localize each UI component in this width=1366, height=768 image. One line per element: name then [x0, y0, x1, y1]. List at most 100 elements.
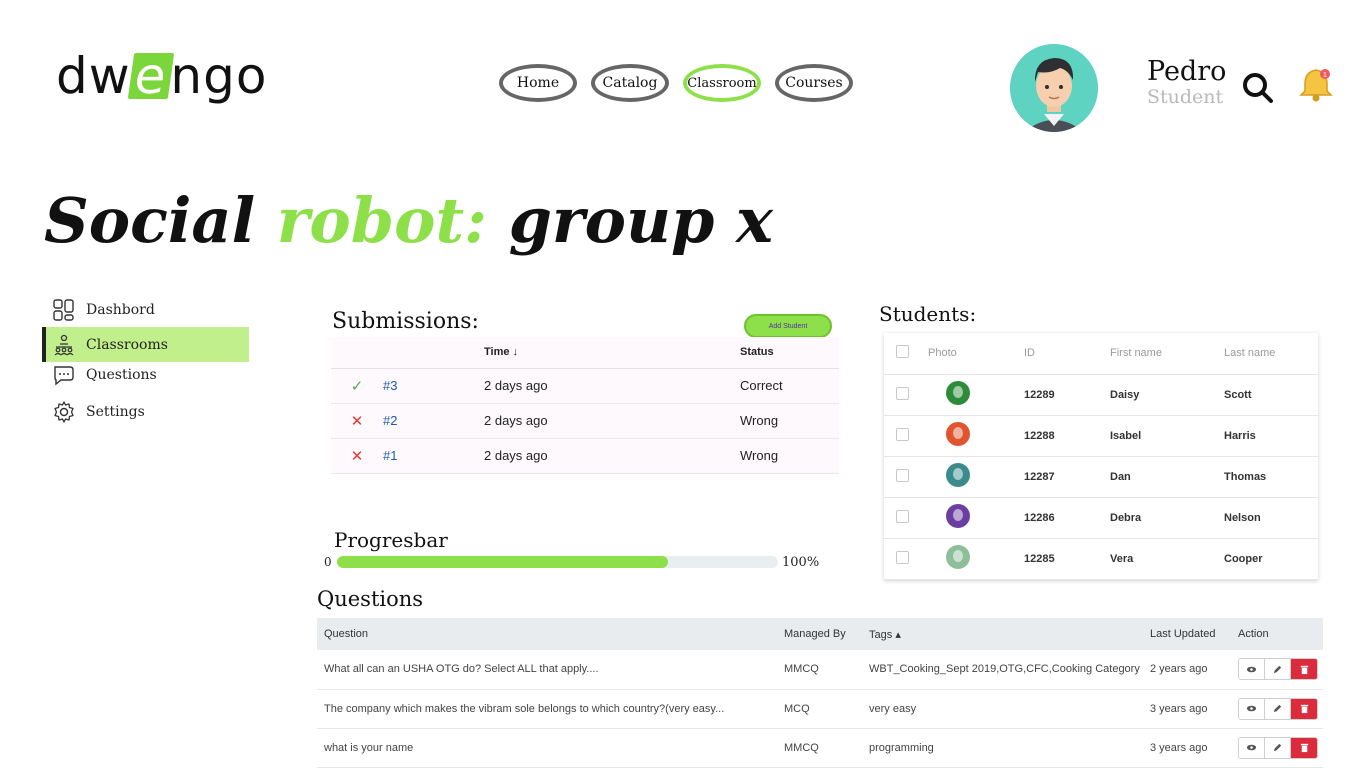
student-last-name: Cooper: [1224, 538, 1318, 580]
view-icon[interactable]: [1239, 698, 1265, 719]
question-tags: programming: [869, 728, 1150, 768]
action-group: [1238, 736, 1318, 759]
table-row[interactable]: ✕ #2 2 days ago Wrong: [331, 403, 839, 439]
table-row[interactable]: ✕ #1 2 days ago Wrong: [331, 438, 839, 474]
sidebar-item-questions[interactable]: Questions: [42, 357, 249, 392]
top-nav: Home Catalog Classroom Courses: [499, 64, 853, 102]
user-avatar[interactable]: [1010, 44, 1098, 132]
student-photo: [946, 463, 970, 487]
row-checkbox[interactable]: [896, 468, 909, 482]
table-row[interactable]: 12287 Dan Thomas: [884, 456, 1318, 498]
table-row[interactable]: What all can an USHA OTG do? Select ALL …: [317, 650, 1323, 690]
edit-icon[interactable]: [1265, 737, 1291, 758]
sort-down-icon: ↓: [512, 346, 519, 359]
student-photo: [946, 422, 970, 446]
table-row[interactable]: what is your name MMCQ programming 3 years …: [317, 728, 1323, 768]
submission-time: 2 days ago: [484, 403, 740, 439]
submission-status: Wrong: [740, 403, 839, 439]
submission-time: 2 days ago: [484, 368, 740, 404]
question-text: what is your name: [317, 728, 784, 768]
delete-icon[interactable]: [1291, 737, 1317, 758]
action-group: [1238, 658, 1318, 681]
table-row[interactable]: 12289 Daisy Scott: [884, 374, 1318, 416]
nav-classroom-button[interactable]: Classroom: [683, 64, 761, 102]
dwengo-logo[interactable]: dwengo: [56, 44, 267, 108]
submission-link[interactable]: #2: [383, 413, 397, 428]
edit-icon[interactable]: [1265, 659, 1291, 680]
progress-min-label: 0: [324, 555, 332, 569]
header-cell-last-name: Last name: [1224, 333, 1318, 375]
sidebar-item-dashboard[interactable]: Dashbord: [42, 292, 249, 327]
students-title: Students:: [879, 302, 977, 326]
header-cell-photo: Photo: [928, 333, 1024, 375]
time-column-label: Time: [484, 346, 510, 359]
header-cell-time[interactable]: Time ↓: [484, 337, 740, 369]
title-part-group: group x: [487, 184, 773, 257]
table-row[interactable]: 12285 Vera Cooper: [884, 538, 1318, 580]
submissions-table: Time ↓ Status ✓ #3 2 days ago Correct ✕ …: [331, 337, 839, 474]
student-last-name: Harris: [1224, 415, 1318, 457]
select-all-checkbox[interactable]: [896, 345, 909, 359]
row-checkbox[interactable]: [896, 550, 909, 564]
submission-status: Wrong: [740, 438, 839, 474]
header-cell-tags[interactable]: Tags ▴: [869, 618, 1150, 650]
student-id: 12287: [1024, 456, 1110, 498]
student-last-name: Nelson: [1224, 497, 1318, 539]
sidebar-item-label: Questions: [86, 366, 157, 383]
view-icon[interactable]: [1239, 659, 1265, 680]
nav-home-button[interactable]: Home: [499, 64, 577, 102]
table-header-row: Time ↓ Status: [331, 337, 839, 369]
search-icon[interactable]: [1240, 70, 1276, 106]
sidebar-item-settings[interactable]: Settings: [42, 394, 249, 429]
questions-title: Questions: [317, 587, 424, 611]
nav-courses-button[interactable]: Courses: [775, 64, 853, 102]
header-cell-question: Question: [317, 618, 784, 650]
progress-fill: [337, 556, 668, 568]
question-managed-by: MMCQ: [784, 728, 869, 768]
edit-icon[interactable]: [1265, 698, 1291, 719]
table-row[interactable]: 12288 Isabel Harris: [884, 415, 1318, 457]
tags-column-label: Tags: [869, 628, 893, 641]
student-id: 12289: [1024, 374, 1110, 416]
student-last-name: Scott: [1224, 374, 1318, 416]
bell-icon[interactable]: 1: [1296, 64, 1336, 104]
table-row[interactable]: ✓ #3 2 days ago Correct: [331, 368, 839, 404]
user-role: Student: [1147, 86, 1224, 108]
table-header-row: Photo ID First name Last name: [884, 333, 1318, 375]
view-icon[interactable]: [1239, 737, 1265, 758]
row-checkbox[interactable]: [896, 427, 909, 441]
add-student-button[interactable]: Add Student: [744, 314, 832, 338]
table-row[interactable]: 12286 Debra Nelson: [884, 497, 1318, 539]
question-managed-by: MMCQ: [784, 650, 869, 690]
logo-e-mark: e: [127, 47, 174, 105]
avatar-illustration: [1010, 44, 1098, 132]
title-accent: robot:: [276, 184, 487, 257]
row-checkbox[interactable]: [896, 386, 909, 400]
submission-link[interactable]: #1: [383, 448, 397, 463]
action-group: [1238, 697, 1318, 720]
logo-text-end: ngo: [170, 47, 268, 105]
submission-link[interactable]: #3: [383, 378, 397, 393]
row-checkbox[interactable]: [896, 509, 909, 523]
student-photo: [946, 504, 970, 528]
delete-icon[interactable]: [1291, 659, 1317, 680]
submission-status: Correct: [740, 368, 839, 404]
student-id: 12285: [1024, 538, 1110, 580]
header-cell-first-name: First name: [1110, 333, 1224, 375]
question-tags: very easy: [869, 689, 1150, 729]
student-first-name: Vera: [1110, 538, 1224, 580]
student-first-name: Debra: [1110, 497, 1224, 539]
student-photo: [946, 381, 970, 405]
table-row[interactable]: The company which makes the vibram sole …: [317, 689, 1323, 729]
nav-catalog-button[interactable]: Catalog: [591, 64, 669, 102]
delete-icon[interactable]: [1291, 698, 1317, 719]
table-header-row: Question Managed By Tags ▴ Last Updated …: [317, 618, 1323, 650]
sidebar-item-label: Settings: [86, 403, 145, 420]
submissions-title: Submissions:: [332, 309, 479, 334]
question-tags: WBT_Cooking_Sept 2019,OTG,CFC,Cooking Ca…: [869, 650, 1150, 690]
classroom-icon: [54, 334, 74, 355]
check-icon: ✓: [350, 377, 364, 395]
student-first-name: Daisy: [1110, 374, 1224, 416]
sidebar-item-label: Classrooms: [86, 336, 168, 353]
question-last-updated: 2 years ago: [1150, 650, 1238, 690]
